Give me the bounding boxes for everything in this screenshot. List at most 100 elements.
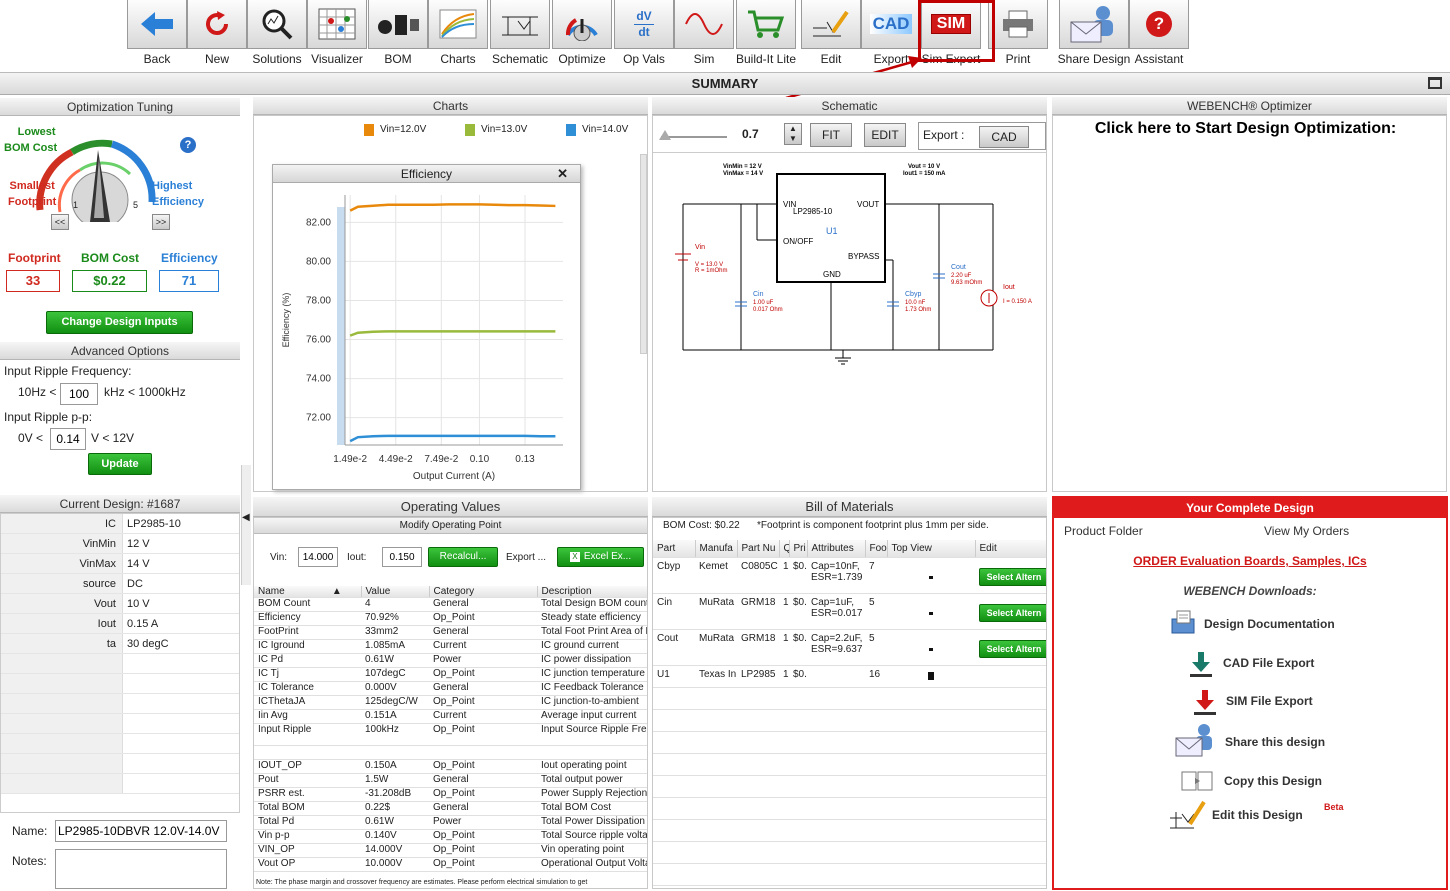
edit-design-link[interactable]: Edit this Design	[1212, 808, 1303, 822]
opvals-column-header[interactable]: Description	[537, 586, 647, 598]
opvals-row[interactable]: Vin p-p 0.140V Op_Point Total Source ripple…	[254, 829, 647, 844]
opvals-row[interactable]: IC Tolerance 0.000V General IC Feedback Tol…	[254, 681, 647, 696]
bom-column-header[interactable]: Attributes	[807, 540, 866, 558]
toolbar-assistant-button[interactable]: ? Assistant	[1129, 0, 1189, 68]
opvals-row[interactable]: Efficiency 70.92% Op_Point Steady state eff…	[254, 611, 647, 626]
opvals-row[interactable]: Total Pd 0.61W Power Total Power Dissipatio…	[254, 815, 647, 830]
bom-row[interactable]: Cbyp Kemet C0805C 1 $0. Cap=10nF, ESR=1.739 7 Se…	[653, 557, 1046, 594]
help-icon[interactable]: ?	[180, 137, 196, 153]
bom-column-header[interactable]: Top View	[887, 540, 976, 558]
bom-cell	[789, 819, 807, 842]
zoom-slider-handle[interactable]	[659, 130, 671, 140]
opvals-row[interactable]: PSRR est. -31.208dB Op_Point Power Supply R…	[254, 787, 647, 802]
share-design-link[interactable]: Share this design	[1225, 735, 1325, 749]
edit-schematic-icon[interactable]	[1166, 798, 1208, 834]
cad-export-button[interactable]: CAD	[979, 126, 1029, 148]
documentation-icon[interactable]	[1168, 609, 1198, 637]
zoom-stepper[interactable]: ▲ ▼	[784, 123, 802, 145]
design-info-key: IC	[1, 514, 123, 533]
panel-splitter[interactable]	[241, 465, 251, 585]
bom-empty-row	[653, 687, 1046, 710]
opvals-row[interactable]: Input Ripple 100kHz Op_Point Input Source R…	[254, 723, 647, 746]
start-optimization-link[interactable]: Click here to Start Design Optimization:	[1053, 120, 1438, 138]
restore-window-icon[interactable]	[1428, 77, 1442, 89]
smallest-label: Smallest	[9, 180, 55, 192]
bom-column-header[interactable]: Part	[653, 540, 696, 558]
opvals-row[interactable]: Iin Avg 0.151A Current Average input curren…	[254, 709, 647, 724]
opvals-row[interactable]: IOUT_OP 0.150A Op_Point Iout operating poin…	[254, 759, 647, 774]
close-chart-icon[interactable]: ✕	[557, 165, 568, 183]
bom-cell	[975, 797, 1046, 820]
vin-input[interactable]	[298, 547, 338, 567]
order-eval-link[interactable]: ORDER Evaluation Boards, Samples, ICs	[1054, 554, 1446, 568]
bom-column-header[interactable]: Foo	[865, 540, 888, 558]
opvals-row[interactable]: IC Iground 1.085mA Current IC ground curren…	[254, 639, 647, 654]
sim-download-icon[interactable]	[1192, 688, 1218, 716]
charts-scrollbar[interactable]	[640, 154, 647, 354]
opvals-row[interactable]	[254, 745, 647, 760]
design-documentation-link[interactable]: Design Documentation	[1204, 617, 1335, 631]
bom-cell	[887, 753, 975, 776]
bom-attributes: Cap=10nF, ESR=1.739	[807, 557, 865, 594]
edit-schematic-button[interactable]: EDIT	[864, 123, 906, 147]
bom-cell	[865, 797, 887, 820]
bom-column-header[interactable]: Qu	[779, 540, 790, 558]
bom-cell	[779, 753, 789, 776]
bom-row[interactable]: Cin MuRata GRM18 1 $0. Cap=1uF, ESR=0.017 5 Sele…	[653, 593, 1046, 630]
sim-file-export-link[interactable]: SIM File Export	[1226, 694, 1313, 708]
cbyp-value: 10.0 nF	[905, 300, 926, 306]
dial-increase-button[interactable]: >>	[152, 214, 170, 230]
ripple-pp-input[interactable]	[50, 428, 86, 450]
bom-cost-metric: $0.22	[72, 270, 147, 292]
opvals-row[interactable]: BOM Count 4 General Total Design BOM count	[254, 597, 647, 612]
dial-decrease-button[interactable]: <<	[51, 214, 69, 230]
cad-download-icon[interactable]	[1188, 650, 1214, 678]
opvals-cell: IC Pd	[254, 653, 361, 668]
update-button[interactable]: Update	[88, 453, 152, 475]
design-name-input[interactable]	[55, 820, 227, 842]
design-info-row	[1, 734, 239, 754]
opvals-column-header[interactable]: Category	[429, 586, 538, 598]
cad-file-export-link[interactable]: CAD File Export	[1223, 656, 1314, 670]
opvals-row[interactable]: ICThetaJA 125degC/W Op_Point IC junction-to…	[254, 695, 647, 710]
opvals-column-header[interactable]: Name ▲	[254, 586, 362, 598]
bom-column-header[interactable]: Part Nu	[737, 540, 780, 558]
share-envelope-icon[interactable]	[1174, 722, 1220, 760]
opvals-row[interactable]: FootPrint 33mm2 General Total Foot Print Ar…	[254, 625, 647, 640]
fit-button[interactable]: FIT	[810, 123, 852, 147]
bom-empty-row	[653, 731, 1046, 754]
bom-row[interactable]: U1 Texas In LP2985 1 $0. 16	[653, 665, 1046, 688]
bom-cell	[789, 863, 807, 886]
opvals-row[interactable]: Vout OP 10.000V Op_Point Operational Output…	[254, 857, 647, 872]
recalculate-button[interactable]: Recalcul...	[428, 547, 498, 567]
opvals-column-header[interactable]: Value	[361, 586, 430, 598]
select-alternate-button[interactable]: Select Altern	[979, 603, 1046, 622]
copy-design-link[interactable]: Copy this Design	[1224, 774, 1322, 788]
excel-export-button[interactable]: X Excel Ex...	[557, 547, 644, 567]
bom-column-header[interactable]: Edit	[975, 540, 1046, 558]
product-folder-link[interactable]: Product Folder	[1064, 524, 1143, 538]
opvals-row[interactable]: Total BOM 0.22$ General Total BOM Cost	[254, 801, 647, 816]
opvals-cell: 70.92%	[361, 611, 429, 626]
design-info-key: ta	[1, 634, 123, 653]
copy-pages-icon[interactable]	[1178, 768, 1218, 794]
opvals-row[interactable]: VIN_OP 14.000V Op_Point Vin operating point	[254, 843, 647, 858]
bom-cell	[865, 731, 887, 754]
bom-row[interactable]: Cout MuRata GRM18 1 $0. Cap=2.2uF, ESR=9.637 5 S…	[653, 629, 1046, 666]
bom-cell: Cin	[653, 593, 695, 630]
opvals-row[interactable]: Pout 1.5W General Total output power	[254, 773, 647, 788]
opvals-row[interactable]: IC Tj 107degC Op_Point IC junction temperat…	[254, 667, 647, 682]
bom-column-header[interactable]: Manufa	[695, 540, 738, 558]
change-design-inputs-button[interactable]: Change Design Inputs	[46, 311, 193, 334]
select-alternate-button[interactable]: Select Altern	[979, 639, 1046, 658]
iout-input[interactable]	[382, 547, 422, 567]
design-notes-input[interactable]	[55, 849, 227, 889]
bom-cell	[779, 841, 789, 864]
select-alternate-button[interactable]: Select Altern	[979, 567, 1046, 586]
ripple-frequency-input[interactable]	[60, 383, 98, 405]
bom-column-header[interactable]: Pri	[789, 540, 808, 558]
opvals-row[interactable]: IC Pd 0.61W Power IC power dissipation	[254, 653, 647, 668]
view-orders-link[interactable]: View My Orders	[1264, 524, 1349, 538]
collapse-left-icon[interactable]: ◀	[242, 512, 250, 523]
bom-cell	[789, 731, 807, 754]
